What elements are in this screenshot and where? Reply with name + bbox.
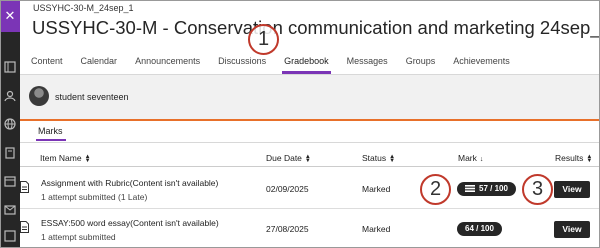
callout-number: 3 [522, 174, 553, 205]
item-attempts: 1 attempt submitted [41, 232, 116, 242]
tab-calendar[interactable]: Calendar [72, 52, 127, 74]
document-icon [20, 181, 29, 193]
column-header-label: Status [362, 153, 387, 163]
accent-divider [20, 119, 600, 121]
institution-icon[interactable] [4, 61, 16, 73]
table-header-divider [20, 166, 600, 167]
student-name: student seventeen [55, 92, 129, 102]
left-nav-rail: ✕ [0, 0, 20, 248]
subtab-divider [20, 142, 600, 143]
tab-groups[interactable]: Groups [397, 52, 445, 74]
avatar [29, 86, 49, 106]
close-icon[interactable]: ✕ [0, 0, 20, 32]
column-header-label: Due Date [266, 153, 302, 163]
profile-icon[interactable] [4, 90, 16, 102]
course-nav: Content Calendar Announcements Discussio… [22, 52, 519, 74]
sort-icon: ▲ ▼ [389, 153, 396, 164]
sort-icon: ▲ ▼ [84, 153, 91, 164]
sort-icon: ▲ ▼ [586, 153, 593, 164]
sort-icon: ▲ ▼ [304, 153, 311, 164]
view-button[interactable]: View [554, 221, 590, 238]
item-title-link[interactable]: Assignment with Rubric(Content isn't ava… [41, 178, 218, 188]
column-header-mark[interactable]: Mark ↓ [458, 153, 483, 163]
item-attempts: 1 attempt submitted (1 Late) [41, 192, 148, 202]
column-header-item-name[interactable]: Item Name ▲ ▼ [40, 153, 91, 164]
column-header-label: Item Name [40, 153, 82, 163]
course-code: USSYHC-30-M_24sep_1 [33, 3, 134, 13]
messages-icon[interactable] [4, 204, 16, 216]
mark-badge[interactable]: 64 / 100 [457, 222, 502, 236]
globe-icon[interactable] [4, 118, 16, 130]
courses-icon[interactable] [4, 147, 16, 159]
tab-messages[interactable]: Messages [338, 52, 397, 74]
mark-value: 64 / 100 [465, 224, 494, 233]
column-header-label: Mark [458, 153, 477, 163]
course-title: USSYHC-30-M - Conservation communication… [32, 17, 600, 38]
grades-icon[interactable] [4, 230, 16, 242]
column-header-due-date[interactable]: Due Date ▲ ▼ [266, 153, 311, 164]
due-date: 27/08/2025 [266, 224, 309, 234]
calendar-icon[interactable] [4, 175, 16, 187]
tab-achievements[interactable]: Achievements [444, 52, 519, 74]
callout-number: 2 [420, 174, 451, 205]
tab-content[interactable]: Content [22, 52, 72, 74]
mark-value: 57 / 100 [479, 184, 508, 193]
item-title-link[interactable]: ESSAY:500 word essay(Content isn't avail… [41, 218, 219, 228]
callout-number: 1 [248, 24, 279, 55]
column-header-status[interactable]: Status ▲ ▼ [362, 153, 396, 164]
status-text: Marked [362, 184, 391, 194]
column-header-label: Results [555, 153, 584, 163]
tab-gradebook[interactable]: Gradebook [275, 52, 338, 74]
tab-announcements[interactable]: Announcements [126, 52, 209, 74]
row-divider [20, 208, 600, 209]
status-text: Marked [362, 224, 391, 234]
tab-marks[interactable]: Marks [36, 126, 65, 141]
mark-badge[interactable]: 57 / 100 [457, 182, 516, 196]
grade-list-icon [465, 185, 475, 193]
document-icon [20, 221, 29, 233]
sort-down-icon: ↓ [479, 156, 484, 163]
column-header-results[interactable]: Results ▲ ▼ [555, 153, 593, 164]
view-button[interactable]: View [554, 181, 590, 198]
tab-discussions[interactable]: Discussions [209, 52, 275, 74]
due-date: 02/09/2025 [266, 184, 309, 194]
student-header: student seventeen [20, 75, 600, 119]
